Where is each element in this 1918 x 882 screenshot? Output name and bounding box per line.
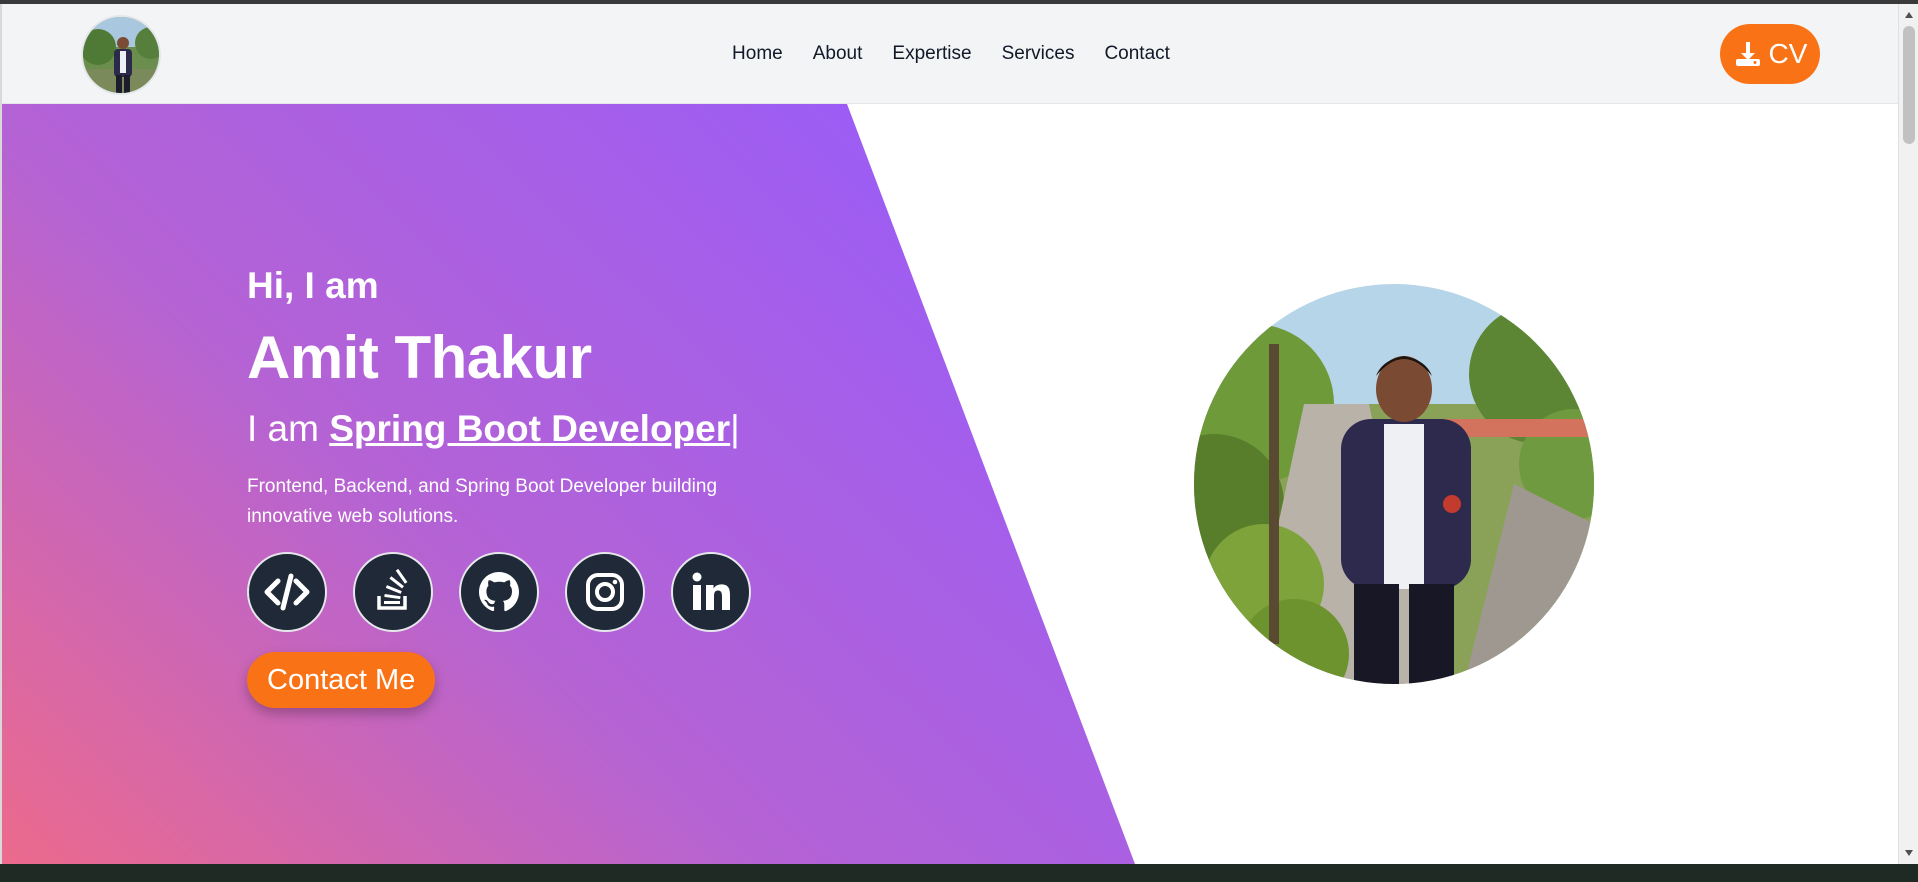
- hero-greeting: Hi, I am: [247, 265, 379, 306]
- navbar: Home About Expertise Services Contact CV: [2, 4, 1898, 104]
- instagram-link[interactable]: [565, 552, 645, 632]
- vertical-scrollbar[interactable]: [1898, 4, 1918, 864]
- profile-photo: [1194, 284, 1594, 684]
- contact-me-button[interactable]: Contact Me: [247, 652, 436, 708]
- linkedin-link[interactable]: [671, 552, 751, 632]
- nav-contact[interactable]: Contact: [1104, 43, 1169, 65]
- hero-section: Hi, I am Amit Thakur I am Spring Boot De…: [2, 104, 1898, 864]
- hero-role-line: I am Spring Boot Developer|: [247, 406, 807, 452]
- code-icon: [264, 573, 310, 611]
- hero-name: Amit Thakur: [247, 324, 592, 391]
- stackoverflow-icon: [377, 568, 408, 610]
- role-prefix: I am: [247, 408, 330, 449]
- scroll-thumb[interactable]: [1903, 26, 1915, 144]
- github-icon: [479, 572, 519, 612]
- code-link[interactable]: [247, 552, 327, 632]
- social-links: [247, 552, 807, 632]
- scroll-up-icon[interactable]: [1904, 10, 1914, 20]
- instagram-icon: [586, 573, 624, 611]
- scroll-down-icon[interactable]: [1904, 848, 1914, 858]
- taskbar-edge: [0, 864, 1918, 882]
- nav-about[interactable]: About: [813, 43, 863, 65]
- hero-content: Hi, I am Amit Thakur I am Spring Boot De…: [247, 264, 807, 708]
- role-typed-text: Spring Boot Developer: [329, 408, 731, 449]
- github-link[interactable]: [459, 552, 539, 632]
- nav-menu: Home About Expertise Services Contact: [2, 4, 1898, 104]
- stackoverflow-link[interactable]: [353, 552, 433, 632]
- hero-tagline: Frontend, Backend, and Spring Boot Devel…: [247, 476, 718, 527]
- linkedin-icon: [692, 572, 730, 610]
- nav-expertise[interactable]: Expertise: [892, 43, 971, 65]
- download-cv-button[interactable]: CV: [1720, 24, 1820, 84]
- nav-services[interactable]: Services: [1002, 43, 1075, 65]
- typing-cursor: |: [730, 408, 740, 449]
- download-icon: [1735, 42, 1760, 66]
- cv-label: CV: [1768, 38, 1808, 69]
- browser-viewport: Home About Expertise Services Contact CV: [0, 4, 1898, 864]
- nav-home[interactable]: Home: [732, 43, 783, 65]
